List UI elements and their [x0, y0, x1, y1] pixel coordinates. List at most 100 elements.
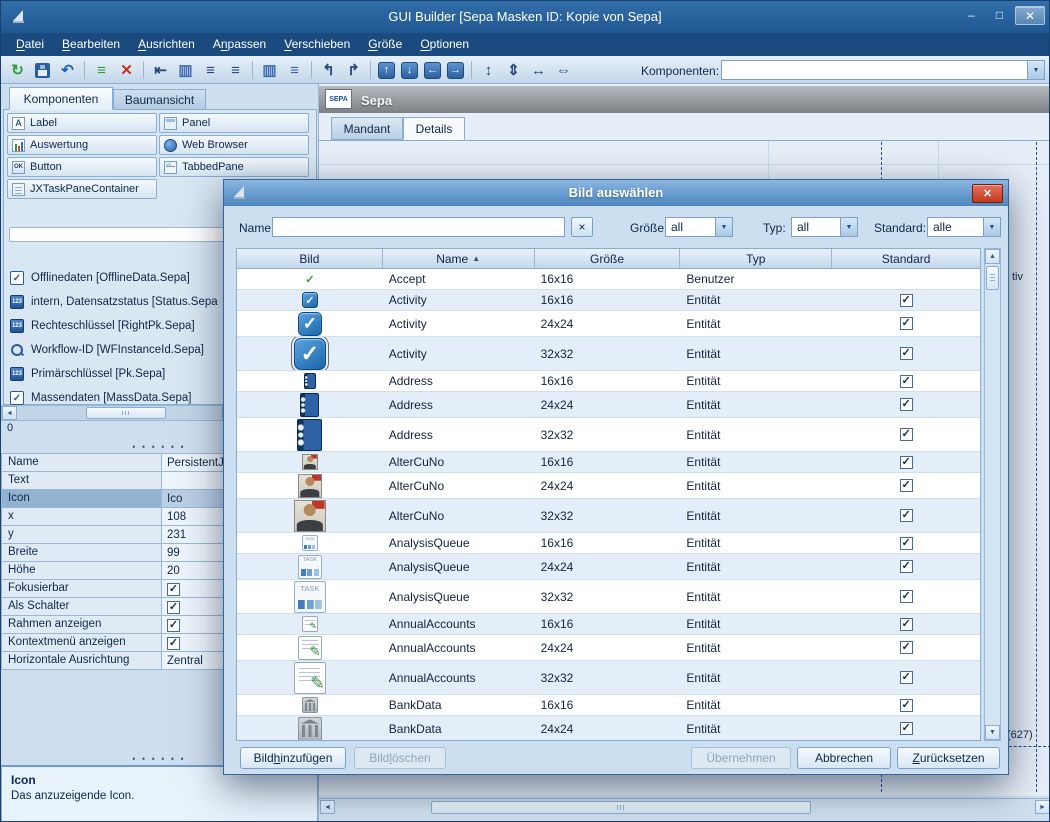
tab-komponenten[interactable]: Komponenten	[9, 87, 113, 110]
scroll-down-icon[interactable]	[985, 725, 1000, 740]
save-icon[interactable]	[31, 60, 54, 81]
align-left-edge-icon[interactable]: ⇤	[149, 60, 172, 81]
chevron-down-icon[interactable]	[1027, 61, 1044, 79]
chevron-down-icon[interactable]	[715, 218, 732, 236]
checkbox-icon[interactable]: ✓	[167, 583, 180, 596]
checkbox-icon[interactable]: ✓	[167, 601, 180, 614]
chevron-down-icon[interactable]	[983, 218, 1000, 236]
menu-item-datei[interactable]: Datei	[7, 33, 53, 56]
checkbox-icon[interactable]: ✓	[167, 619, 180, 632]
palette-jxtaskpanecontainer[interactable]: JXTaskPaneContainer	[7, 179, 157, 199]
column-header-name[interactable]: Name▲	[383, 249, 535, 268]
close-button[interactable]: ✕	[1015, 6, 1045, 25]
table-row[interactable]: Address16x16Entität✓	[237, 371, 980, 392]
maximize-button[interactable]: □	[987, 6, 1012, 25]
chart-icon[interactable]: ▥	[174, 60, 197, 81]
table-row[interactable]: Address32x32Entität✓	[237, 418, 980, 452]
column-header-standard[interactable]: Standard	[832, 249, 980, 268]
clear-filter-button[interactable]: ×	[571, 217, 593, 237]
table-row[interactable]: ✓Activity24x24Entität✓	[237, 311, 980, 337]
menu-item-ausrichten[interactable]: Ausrichten	[129, 33, 204, 56]
move-left-icon[interactable]: ←	[424, 62, 441, 79]
table-row[interactable]: AnnualAccounts32x32Entität✓	[237, 661, 980, 695]
table-row[interactable]: Address24x24Entität✓	[237, 392, 980, 418]
property-row-horizontale-ausrichtung[interactable]: Horizontale AusrichtungZentral	[2, 652, 238, 670]
bild-hinzufuegen-button[interactable]: Bild hinzufügen	[240, 747, 346, 769]
table-row[interactable]: AlterCuNo24x24Entität✓	[237, 473, 980, 499]
property-row-name[interactable]: NamePersistentJ	[2, 454, 238, 472]
move-up-icon[interactable]: ↑	[378, 62, 395, 79]
scroll-left-icon[interactable]	[2, 406, 17, 420]
tab-baumansicht[interactable]: Baumansicht	[113, 89, 206, 110]
equal-height-icon[interactable]: ↕	[477, 60, 500, 81]
align-lines-right-icon[interactable]: ≡	[224, 60, 247, 81]
column-header-typ[interactable]: Typ	[680, 249, 832, 268]
table-row[interactable]: ✓Activity16x16Entität✓	[237, 290, 980, 311]
property-row-als-schalter[interactable]: Als Schalter✓	[2, 598, 238, 616]
form-tab-details[interactable]: Details	[403, 117, 465, 140]
table-row[interactable]: BankData16x16Entität✓	[237, 695, 980, 716]
move-right-icon[interactable]: →	[447, 62, 464, 79]
table-row[interactable]: AnnualAccounts16x16Entität✓	[237, 614, 980, 635]
column-header-gr-e[interactable]: Größe	[535, 249, 681, 268]
menu-item-verschieben[interactable]: Verschieben	[275, 33, 359, 56]
insert-left-icon[interactable]: ↰	[317, 60, 340, 81]
insert-rows-icon[interactable]: ≡	[90, 60, 113, 81]
move-down-icon[interactable]: ↓	[401, 62, 418, 79]
chevron-down-icon[interactable]	[840, 218, 857, 236]
type-filter-combobox[interactable]: all	[791, 217, 858, 237]
table-row[interactable]: AnalysisQueue24x24Entität✓	[237, 554, 980, 580]
splitter-grip[interactable]	[119, 442, 199, 452]
property-row-text[interactable]: Text	[2, 472, 238, 490]
palette-tabbedpane[interactable]: TabbedPane	[159, 157, 309, 177]
table-row[interactable]: AlterCuNo32x32Entität✓	[237, 499, 980, 533]
field-list-hscrollbar[interactable]	[1, 405, 238, 421]
insert-right-icon[interactable]: ↱	[342, 60, 365, 81]
palette-auswertung[interactable]: Auswertung	[7, 135, 157, 155]
palette-button[interactable]: Button	[7, 157, 157, 177]
equal-width-icon[interactable]: ↔	[527, 60, 550, 81]
property-row-x[interactable]: x108	[2, 508, 238, 526]
fit-width-icon[interactable]: ⇔	[552, 60, 575, 81]
scrollbar-thumb[interactable]	[431, 801, 811, 814]
property-row-rahmen-anzeigen[interactable]: Rahmen anzeigen✓	[2, 616, 238, 634]
size-filter-combobox[interactable]: all	[665, 217, 733, 237]
palette-label[interactable]: Label	[7, 113, 157, 133]
canvas-hscrollbar[interactable]	[319, 798, 1050, 815]
menu-item-gr-e[interactable]: Größe	[359, 33, 411, 56]
name-filter-input[interactable]	[272, 217, 565, 237]
splitter-grip[interactable]	[119, 754, 199, 764]
abbrechen-button[interactable]: Abbrechen	[797, 747, 891, 769]
fit-height-icon[interactable]: ⇕	[502, 60, 525, 81]
table-row[interactable]: AnalysisQueue32x32Entität✓	[237, 580, 980, 614]
align-lines-left-icon[interactable]: ≡	[199, 60, 222, 81]
table-row[interactable]: AnalysisQueue16x16Entität✓	[237, 533, 980, 554]
table-row[interactable]: AlterCuNo16x16Entität✓	[237, 452, 980, 473]
property-row-kontextmen-anzeigen[interactable]: Kontextmenü anzeigen✓	[2, 634, 238, 652]
property-row-icon[interactable]: IconIco	[2, 490, 238, 508]
undo-icon[interactable]: ↶	[56, 60, 79, 81]
table-vscrollbar[interactable]	[984, 248, 1001, 741]
scroll-left-icon[interactable]	[320, 800, 335, 814]
minimize-button[interactable]: –	[959, 6, 984, 25]
table-row[interactable]: ✓Accept16x16Benutzer	[237, 269, 980, 290]
property-row-h-he[interactable]: Höhe20	[2, 562, 238, 580]
table-rows-icon[interactable]: ≡	[283, 60, 306, 81]
scroll-up-icon[interactable]	[985, 249, 1000, 264]
standard-filter-combobox[interactable]: alle	[927, 217, 1001, 237]
chart-columns-icon[interactable]: ▥	[258, 60, 281, 81]
table-row[interactable]: AnnualAccounts24x24Entität✓	[237, 635, 980, 661]
scroll-right-icon[interactable]	[1035, 800, 1050, 814]
checkbox-icon[interactable]: ✓	[167, 637, 180, 650]
menu-item-bearbeiten[interactable]: Bearbeiten	[53, 33, 129, 56]
table-row[interactable]: ✓Activity32x32Entität✓	[237, 337, 980, 371]
menu-item-optionen[interactable]: Optionen	[411, 33, 478, 56]
dialog-close-button[interactable]: ✕	[972, 184, 1003, 203]
palette-web-browser[interactable]: Web Browser	[159, 135, 309, 155]
zuruecksetzen-button[interactable]: Zurücksetzen	[897, 747, 1000, 769]
property-row-breite[interactable]: Breite99	[2, 544, 238, 562]
scrollbar-thumb[interactable]	[86, 407, 166, 419]
property-row-y[interactable]: y231	[2, 526, 238, 544]
refresh-icon[interactable]: ↻	[6, 60, 29, 81]
menu-item-anpassen[interactable]: Anpassen	[204, 33, 275, 56]
